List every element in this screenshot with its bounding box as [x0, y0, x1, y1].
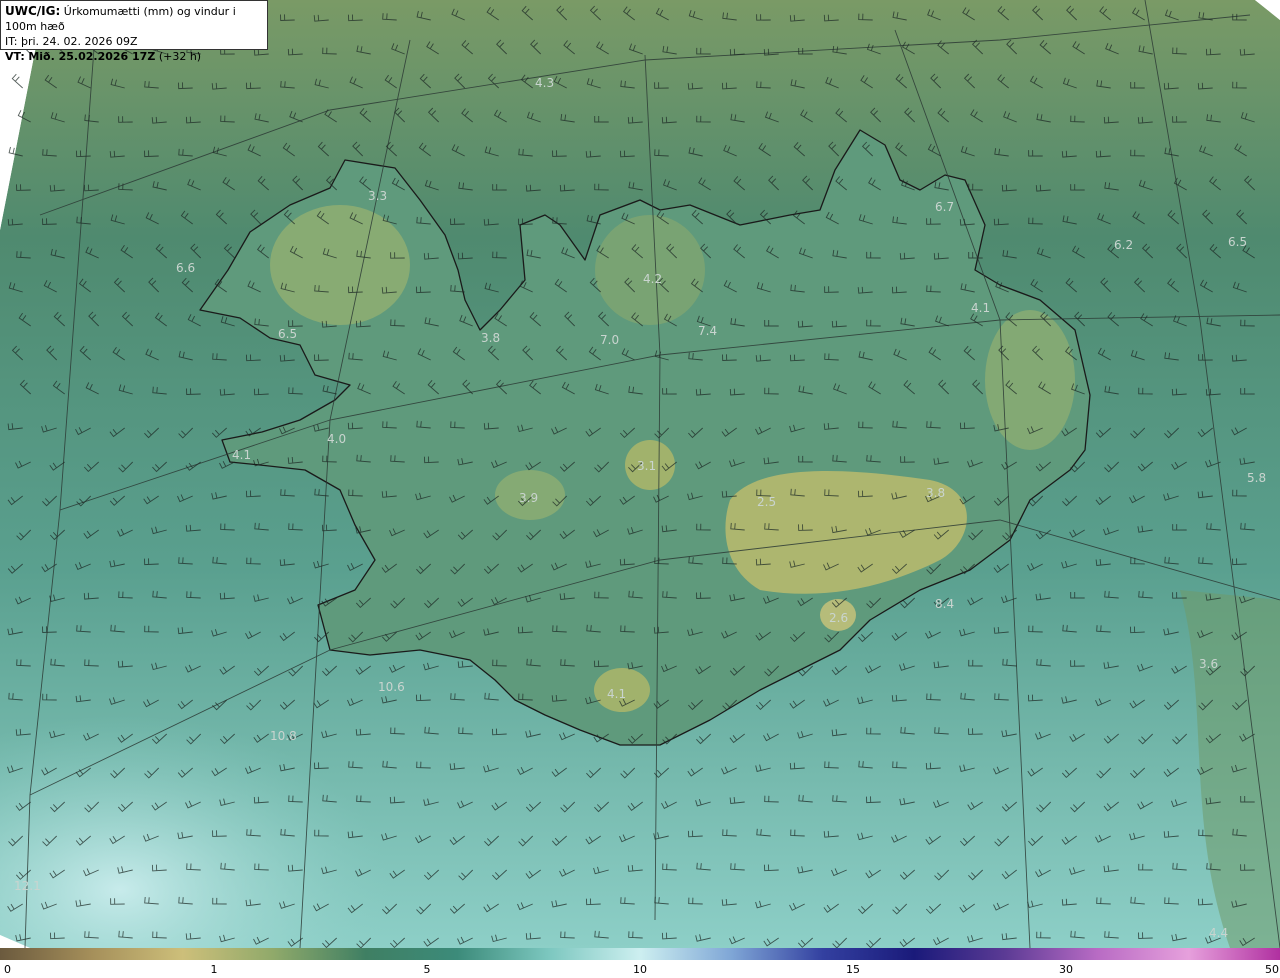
colorbar-tick: 10: [633, 963, 647, 976]
forecast-offset: (+32 h): [158, 50, 202, 63]
colorbar-tick: 50: [1265, 963, 1279, 976]
forecast-map-view: 4.3 3.3 6.6 6.5 3.8 7.0 4.2 7.4 6.7 6.2 …: [0, 0, 1280, 978]
colorbar-tick: 0: [4, 963, 11, 976]
value-label: 10.8: [270, 729, 297, 743]
value-label: 4.1: [232, 448, 251, 462]
value-label: 5.8: [1247, 471, 1266, 485]
value-label: 2.5: [757, 495, 776, 509]
value-label: 6.7: [935, 200, 954, 214]
value-label: 7.4: [698, 324, 717, 338]
initial-time: IT: þri. 24. 02. 2026 09Z: [5, 35, 138, 48]
value-label: 4.0: [327, 432, 346, 446]
value-label: 3.6: [1199, 657, 1218, 671]
model-name: UWC/IG:: [5, 4, 61, 18]
colorbar-ticks: 0 1 5 10 15 30 50: [0, 960, 1280, 978]
colorbar-tick: 1: [210, 963, 218, 976]
value-label: 4.4: [1209, 926, 1228, 940]
value-label: 3.8: [481, 331, 500, 345]
value-label: 4.3: [535, 76, 554, 90]
value-label: 3.8: [926, 486, 945, 500]
value-label: 2.6: [829, 611, 848, 625]
value-label: 7.0: [600, 333, 619, 347]
value-label: 3.3: [368, 189, 387, 203]
colorbar-tick: 30: [1059, 963, 1073, 976]
value-label: 3.1: [637, 459, 656, 473]
valid-time: Mið. 25.02.2026 17Z: [28, 50, 156, 63]
value-label: 12.1: [14, 879, 41, 893]
value-label: 3.9: [519, 491, 538, 505]
precipitation-colorbar: [0, 948, 1280, 960]
valid-time-prefix: VT:: [5, 50, 25, 63]
value-label: 4.2: [643, 272, 662, 286]
value-label: 6.2: [1114, 238, 1133, 252]
value-label: 6.6: [176, 261, 195, 275]
westfjords-highland: [270, 205, 410, 325]
north-highland: [595, 215, 705, 325]
value-label: 6.5: [278, 327, 297, 341]
colorbar-tick: 5: [423, 963, 431, 976]
precipitation-wind-map: 4.3 3.3 6.6 6.5 3.8 7.0 4.2 7.4 6.7 6.2 …: [0, 0, 1280, 948]
value-label: 6.5: [1228, 235, 1247, 249]
value-label: 4.1: [607, 687, 626, 701]
map-info-box: UWC/IG: Úrkomumætti (mm) og vindur i 100…: [0, 0, 268, 63]
value-label: 10.6: [378, 680, 405, 694]
value-label: 4.1: [971, 301, 990, 315]
value-label: 8.4: [935, 597, 954, 611]
colorbar-tick: 15: [846, 963, 860, 976]
